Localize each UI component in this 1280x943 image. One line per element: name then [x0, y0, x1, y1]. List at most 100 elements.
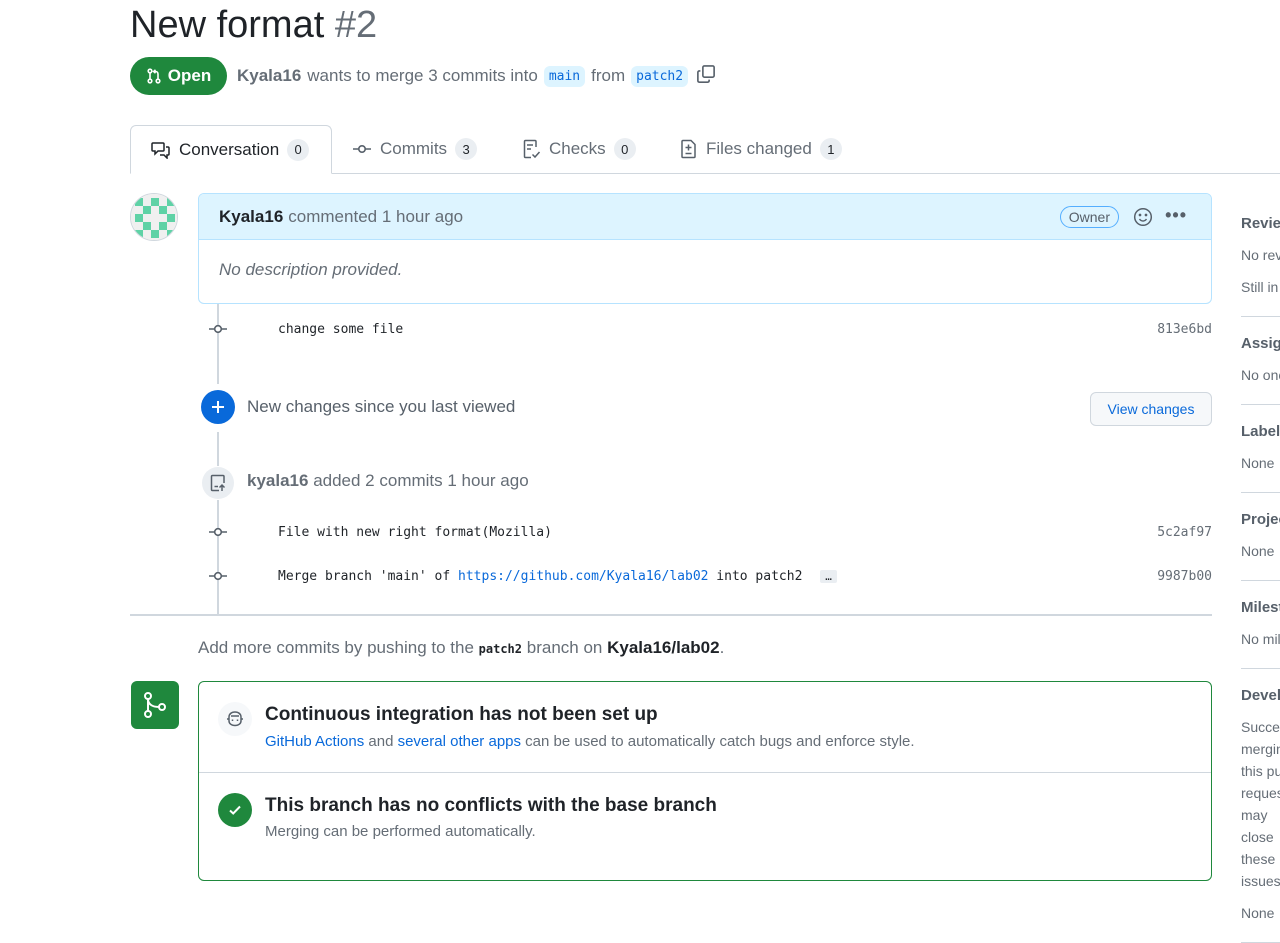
push-event-text: kyala16 added 2 commits 1 hour ago — [247, 471, 529, 491]
commit-row: File with new right format(Mozilla) 5c2a… — [209, 522, 1212, 542]
ci-rest: can be used to automatically catch bugs … — [525, 733, 915, 750]
no-conflicts-title: This branch has no conflicts with the ba… — [265, 795, 717, 816]
sidebar-value: None — [1241, 455, 1275, 471]
github-actions-link[interactable]: GitHub Actions — [265, 733, 364, 750]
tab-files-changed[interactable]: Files changed 1 — [680, 125, 842, 173]
comment-body: No description provided. — [219, 260, 403, 279]
pr-state-label: Open — [167, 66, 212, 85]
push-action: added 2 commits — [313, 471, 443, 490]
smiley-icon[interactable] — [1133, 207, 1153, 232]
git-commit-icon — [209, 524, 227, 540]
sidebar-value: None — [1241, 543, 1275, 559]
pr-tabs: Conversation 0 Commits 3 Checks 0 Files … — [130, 125, 1280, 174]
merge-box: Continuous integration has not been set … — [198, 681, 1212, 881]
add-more-repo-link[interactable]: Kyala16/lab02 — [607, 638, 719, 657]
sidebar-value: None — [1241, 905, 1275, 921]
sidebar-heading: Assignees — [1241, 335, 1280, 352]
commit-message[interactable]: File with new right format(Mozilla) — [278, 525, 552, 540]
commit-row: change some file 813e6bd — [209, 319, 1212, 339]
tab-commits-count: 3 — [455, 138, 478, 160]
pr-title: New format #2 — [130, 4, 377, 47]
tab-files-changed-label: Files changed — [706, 139, 812, 158]
commit-message-suffix[interactable]: into patch2 — [716, 569, 802, 584]
ci-subtitle: GitHub Actions and several other apps ca… — [265, 733, 915, 750]
sidebar-value: No reviews — [1241, 247, 1280, 263]
tab-conversation[interactable]: Conversation 0 — [130, 125, 332, 174]
pr-sidebar: Reviewers No reviews Still in progress? … — [1241, 195, 1280, 943]
sidebar-value: No milestone — [1241, 631, 1280, 647]
comment-discussion-icon — [151, 141, 170, 159]
sidebar-heading: Reviewers — [1241, 215, 1280, 232]
commit-sha[interactable]: 5c2af97 — [1157, 525, 1212, 540]
new-changes-text: New changes since you last viewed — [247, 397, 516, 416]
sidebar-heading: Milestone — [1241, 599, 1280, 616]
tab-commits[interactable]: Commits 3 — [352, 125, 478, 173]
git-commit-icon — [209, 568, 227, 584]
git-commit-icon — [209, 321, 227, 337]
copilot-robot-icon — [218, 702, 252, 736]
comment-author[interactable]: Kyala16 — [219, 207, 283, 227]
push-author[interactable]: kyala16 — [247, 471, 308, 490]
sidebar-development[interactable]: Development Successfully merging this pu… — [1241, 669, 1280, 943]
new-changes-plus-icon — [201, 390, 235, 424]
sidebar-heading: Development — [1241, 687, 1280, 704]
sidebar-heading: Labels — [1241, 423, 1280, 440]
sidebar-milestone[interactable]: Milestone No milestone — [1241, 581, 1280, 669]
commit-sha[interactable]: 9987b00 — [1157, 569, 1212, 584]
sidebar-assignees[interactable]: Assignees No one — [1241, 317, 1280, 405]
ci-section: Continuous integration has not been set … — [199, 682, 1211, 773]
pr-from-text: from — [591, 66, 626, 85]
git-pull-request-icon — [147, 68, 161, 84]
sidebar-reviewers[interactable]: Reviewers No reviews Still in progress? — [1241, 195, 1280, 317]
commit-message-link[interactable]: https://github.com/Kyala16/lab02 — [458, 569, 708, 584]
pr-description-comment: Kyala16 commented 1 hour ago Owner ••• N… — [198, 193, 1212, 304]
pr-meta: Kyala16 wants to merge 3 commits into ma… — [237, 62, 716, 90]
checklist-icon — [523, 139, 541, 159]
no-conflicts-subtitle: Merging can be performed automatically. — [265, 823, 536, 840]
commit-message[interactable]: change some file — [278, 322, 403, 337]
commit-row: Merge branch 'main' of https://github.co… — [209, 566, 1212, 586]
copy-icon[interactable] — [696, 64, 716, 89]
avatar[interactable] — [130, 193, 178, 241]
sidebar-value: No one — [1241, 367, 1280, 383]
ci-title: Continuous integration has not been set … — [265, 704, 658, 725]
sidebar-labels[interactable]: Labels None — [1241, 405, 1280, 493]
pr-merge-text: wants to merge 3 commits into — [307, 66, 538, 85]
pr-state-badge: Open — [130, 57, 227, 95]
view-changes-button[interactable]: View changes — [1090, 392, 1212, 426]
kebab-horizontal-icon[interactable]: ••• — [1165, 205, 1187, 226]
sidebar-projects[interactable]: Projects None — [1241, 493, 1280, 581]
tab-conversation-count: 0 — [287, 138, 310, 161]
add-more-suffix: . — [719, 638, 725, 657]
commit-message-prefix[interactable]: Merge branch 'main' of — [278, 569, 450, 584]
tab-conversation-label: Conversation — [179, 139, 280, 159]
pr-author-link[interactable]: Kyala16 — [237, 66, 301, 86]
timeline-line — [217, 304, 219, 384]
add-more-branch: patch2 — [478, 642, 523, 656]
tab-checks-label: Checks — [549, 139, 606, 158]
sidebar-value: Successfully merging this pull request m… — [1241, 719, 1280, 889]
timeline-line — [217, 500, 219, 614]
base-branch-label[interactable]: main — [543, 65, 586, 87]
add-more-commits-hint: Add more commits by pushing to the patch… — [198, 638, 724, 658]
repo-push-icon — [202, 467, 234, 499]
sidebar-value: Still in progress? — [1241, 279, 1280, 295]
timeline-divider — [130, 614, 1212, 616]
git-merge-icon — [131, 681, 179, 729]
tab-commits-label: Commits — [380, 139, 448, 158]
head-branch-label[interactable]: patch2 — [631, 65, 689, 87]
pr-title-text: New format — [130, 4, 325, 46]
other-apps-link[interactable]: several other apps — [398, 733, 521, 750]
commit-message: Merge branch 'main' of https://github.co… — [278, 569, 837, 584]
push-time[interactable]: 1 hour ago — [447, 471, 528, 490]
tab-checks-count: 0 — [613, 138, 636, 160]
expand-commit-button[interactable]: … — [820, 569, 837, 583]
ci-and: and — [368, 733, 394, 750]
tab-checks[interactable]: Checks 0 — [523, 125, 636, 173]
sidebar-heading: Projects — [1241, 511, 1280, 528]
comment-header: Kyala16 commented 1 hour ago Owner ••• — [199, 194, 1211, 240]
file-diff-icon — [681, 139, 696, 159]
pr-number: #2 — [334, 4, 378, 46]
commit-sha[interactable]: 813e6bd — [1157, 322, 1212, 337]
comment-time[interactable]: 1 hour ago — [382, 207, 463, 227]
